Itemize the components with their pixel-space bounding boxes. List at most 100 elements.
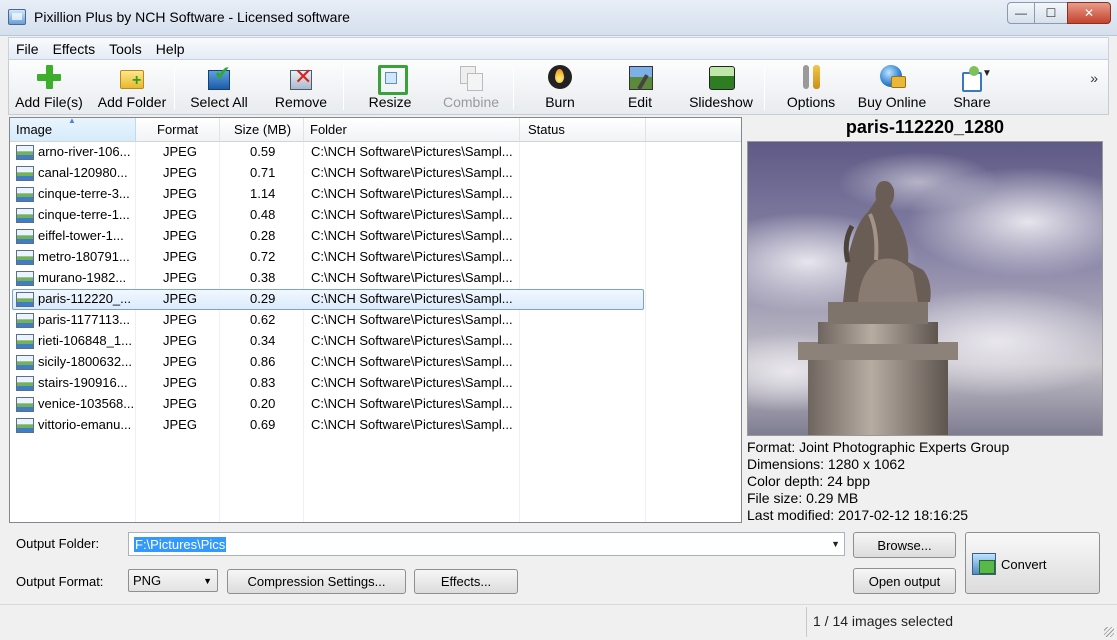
share-dropdown-icon[interactable]: ▼ [982,68,992,79]
add-files-button[interactable]: Add File(s) [13,64,85,114]
output-folder-label: Output Folder: [16,536,100,551]
file-list[interactable]: ▲ Image Format Size (MB) Folder Status a… [9,116,742,523]
window-title: Pixillion Plus by NCH Software - License… [34,9,350,25]
table-row[interactable]: canal-120980... JPEG 0.71 C:\NCH Software\P… [10,163,741,184]
select-all-button[interactable]: Select All [184,61,254,114]
toolbar-overflow-button[interactable]: » [1090,70,1098,86]
minimize-button[interactable]: — [1007,2,1035,24]
effects-button[interactable]: Effects... [414,569,518,594]
add-folder-label: Add Folder [97,94,167,110]
edit-button[interactable]: Edit [609,64,671,114]
convert-label: Convert [1001,557,1047,572]
menu-effects[interactable]: Effects [46,41,103,57]
column-format[interactable]: Format [136,118,220,141]
add-files-label: Add File(s) [15,94,83,110]
cell-image-name: metro-180791... [38,249,130,264]
output-format-value: PNG [133,573,162,588]
output-format-select[interactable]: PNG ▼ [128,569,218,592]
table-row[interactable]: cinque-terre-3... JPEG 1.14 C:\NCH Software… [10,184,741,205]
cell-image-name: arno-river-106... [38,144,131,159]
cell-format: JPEG [163,396,197,411]
column-folder[interactable]: Folder [304,118,520,141]
image-file-icon [16,292,34,307]
cell-format: JPEG [163,165,197,180]
add-folder-button[interactable]: Add Folder [93,64,171,114]
burn-button[interactable]: Burn [529,64,591,114]
table-row[interactable]: vittorio-emanu... JPEG 0.69 C:\NCH Software… [10,415,741,436]
toolbar: Add File(s) Add Folder Select All Remove… [8,60,1109,115]
table-row[interactable]: venice-103568... JPEG 0.20 C:\NCH Software\… [10,394,741,415]
column-image-label: Image [16,122,53,137]
select-all-icon [206,61,232,90]
cell-folder: C:\NCH Software\Pictures\Sampl... [311,228,513,243]
compression-settings-button[interactable]: Compression Settings... [227,569,406,594]
output-folder-input[interactable]: F:\Pictures\Pics ▼ [128,532,845,556]
preview-file-size: File size: 0.29 MB [747,490,859,506]
column-image[interactable]: ▲ Image [10,116,136,141]
slideshow-label: Slideshow [689,94,753,110]
cell-image-name: cinque-terre-3... [38,186,130,201]
table-row[interactable]: rieti-106848_1... JPEG 0.34 C:\NCH Software… [10,331,741,352]
preview-color-depth: Color depth: 24 bpp [747,473,870,489]
selection-status: 1 / 14 images selected [813,613,954,629]
menu-tools[interactable]: Tools [102,41,149,57]
burn-label: Burn [545,94,575,110]
table-row[interactable]: sicily-1800632... JPEG 0.86 C:\NCH Software… [10,352,741,373]
cell-format: JPEG [163,144,197,159]
menu-file[interactable]: File [9,41,46,57]
cell-folder: C:\NCH Software\Pictures\Sampl... [311,417,513,432]
close-button[interactable]: ✕ [1067,2,1111,24]
buy-online-globe-icon [879,64,906,90]
chevron-down-icon[interactable]: ▼ [831,539,840,549]
cell-format: JPEG [163,291,197,306]
resize-button[interactable]: Resize [359,64,421,114]
cell-size: 0.20 [250,396,276,411]
column-status[interactable]: Status [520,118,646,141]
select-all-label: Select All [190,94,248,110]
image-file-icon [16,208,34,223]
table-row[interactable]: murano-1982... JPEG 0.38 C:\NCH Software\Pi… [10,268,741,289]
cell-format: JPEG [163,354,197,369]
cell-size: 0.69 [250,417,276,432]
title-bar: Pixillion Plus by NCH Software - License… [0,0,1117,36]
cell-image-name: rieti-106848_1... [38,333,132,348]
remove-button[interactable]: Remove [269,64,333,114]
cell-size: 0.28 [250,228,276,243]
table-row[interactable]: arno-river-106... JPEG 0.59 C:\NCH Software… [10,142,741,163]
table-row[interactable]: cinque-terre-1... JPEG 0.48 C:\NCH Software… [10,205,741,226]
cell-folder: C:\NCH Software\Pictures\Sampl... [311,291,513,306]
convert-icon [972,553,996,575]
table-row[interactable]: paris-112220_... JPEG 0.29 C:\NCH Software\… [10,289,741,310]
toolbar-separator [513,66,514,110]
maximize-button[interactable]: ☐ [1034,2,1068,24]
table-row[interactable]: stairs-190916... JPEG 0.83 C:\NCH Software\… [10,373,741,394]
menu-help[interactable]: Help [149,41,192,57]
preview-title: paris-112220_1280 [845,117,1005,137]
convert-button[interactable]: Convert [965,532,1100,594]
cell-folder: C:\NCH Software\Pictures\Sampl... [311,144,513,159]
cell-size: 0.29 [250,291,276,306]
table-row[interactable]: metro-180791... JPEG 0.72 C:\NCH Software\P… [10,247,741,268]
cell-format: JPEG [163,207,197,222]
options-button[interactable]: Options [779,64,843,114]
combine-button[interactable]: Combine [433,64,509,114]
edit-label: Edit [627,94,653,110]
table-row[interactable]: eiffel-tower-1... JPEG 0.28 C:\NCH Software… [10,226,741,247]
share-button[interactable]: ▼ Share [945,64,999,114]
slideshow-button[interactable]: Slideshow [683,64,759,114]
preview-image [747,141,1103,436]
image-file-icon [16,313,34,328]
output-format-label: Output Format: [16,574,104,589]
open-output-button[interactable]: Open output [853,568,956,594]
table-row[interactable]: paris-1177113... JPEG 0.62 C:\NCH Software\… [10,310,741,331]
resize-grip-icon[interactable] [1104,627,1114,637]
cell-size: 0.72 [250,249,276,264]
cell-format: JPEG [163,375,197,390]
cell-size: 0.86 [250,354,276,369]
browse-button[interactable]: Browse... [853,532,956,558]
window-controls: — ☐ ✕ [1007,2,1111,24]
preview-last-modified: Last modified: 2017-02-12 18:16:25 [747,507,969,523]
cell-format: JPEG [163,417,197,432]
buy-online-button[interactable]: Buy Online [852,64,932,114]
column-size[interactable]: Size (MB) [220,118,304,141]
